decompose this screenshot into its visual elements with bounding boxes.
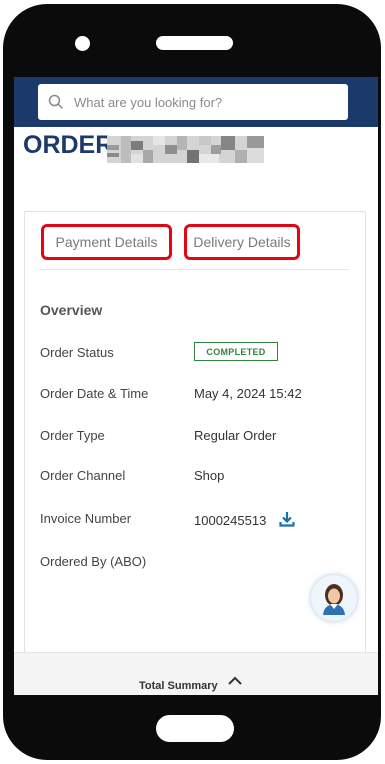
app-screen: ORDER Payment Details — [14, 77, 378, 695]
home-button[interactable] — [156, 715, 234, 742]
order-type-label: Order Type — [40, 428, 105, 443]
header-bar — [14, 77, 378, 127]
overview-heading: Overview — [40, 302, 103, 318]
order-date-value: May 4, 2024 15:42 — [194, 386, 302, 401]
assistant-avatar-icon — [323, 584, 345, 615]
ordered-by-label: Ordered By (ABO) — [40, 554, 147, 569]
order-details-card: Payment Details Delivery Details Overvie… — [24, 211, 366, 695]
tab-divider — [39, 269, 349, 270]
order-date-label: Order Date & Time — [40, 386, 149, 401]
tab-payment-details[interactable]: Payment Details — [41, 224, 172, 260]
order-channel-label: Order Channel — [40, 468, 126, 483]
order-status-label: Order Status — [40, 345, 114, 360]
total-summary-label: Total Summary — [139, 680, 218, 692]
download-icon[interactable] — [279, 511, 295, 527]
chevron-up-icon[interactable] — [227, 676, 243, 686]
front-camera — [75, 36, 90, 51]
invoice-number-value: 1000245513 — [194, 513, 267, 528]
tab-label: Delivery Details — [193, 234, 291, 250]
order-channel-value: Shop — [194, 468, 225, 483]
invoice-number-label: Invoice Number — [40, 511, 132, 526]
order-type-value: Regular Order — [194, 428, 277, 443]
speaker-grille — [156, 36, 233, 50]
total-summary-bar[interactable]: Total Summary — [14, 652, 378, 695]
status-badge: COMPLETED — [194, 342, 278, 361]
phone-frame: ORDER Payment Details — [3, 4, 381, 760]
redacted-order-number — [107, 136, 264, 163]
order-title: ORDER — [23, 131, 114, 159]
search-box[interactable] — [38, 84, 348, 120]
search-input[interactable] — [72, 93, 326, 111]
assistant-avatar-button[interactable] — [311, 575, 357, 621]
tab-label: Payment Details — [55, 234, 158, 250]
tab-delivery-details[interactable]: Delivery Details — [184, 224, 300, 260]
search-icon — [48, 94, 64, 110]
